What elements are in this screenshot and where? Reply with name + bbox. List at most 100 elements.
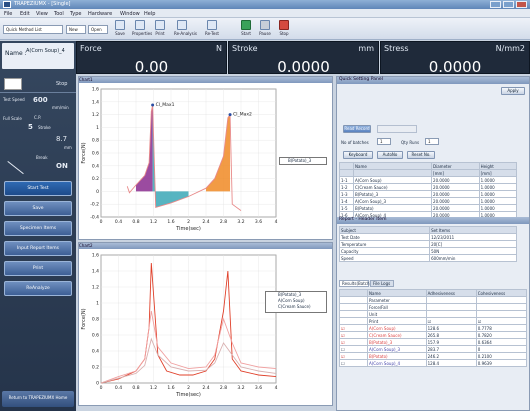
y-tick-label: 1.4 — [92, 99, 99, 105]
table-row[interactable]: ☑ B(Potato) 246.2 0.2100 — [339, 352, 528, 360]
properties-button[interactable]: Properties — [132, 20, 152, 37]
max-marker — [228, 113, 232, 117]
table-row[interactable]: Speed 600mm/min — [338, 254, 517, 262]
menu-file[interactable]: File — [4, 11, 12, 17]
reanalysis-icon — [177, 20, 187, 30]
method-select[interactable]: Quick Method List — [3, 25, 63, 34]
table-row[interactable]: ☐ A(Corn Soup)_4 128.4 0.9639 — [339, 359, 528, 367]
apply-button[interactable]: Apply — [501, 87, 525, 95]
print-tool-button[interactable]: Print — [152, 20, 168, 37]
chart2-svg[interactable]: 0 0.4 0.8 1.2 1.6 2 2.4 2.8 3.2 3.6 4 0 0.2 0.4 0.6 0.8… — [79, 249, 332, 405]
stop-icon — [279, 20, 289, 30]
retest-icon — [207, 20, 217, 30]
x-tick-label: 1.2 — [150, 385, 157, 391]
x-tick-label: 1.6 — [167, 219, 174, 225]
menu-help[interactable]: Help — [144, 11, 155, 17]
y-tick-label: 0.6 — [92, 333, 99, 339]
y-tick-label: 0.4 — [92, 163, 99, 169]
y-tick-label: 0.4 — [92, 349, 99, 355]
x-tick-label: 3.2 — [237, 385, 244, 391]
print-row-label: Print — [367, 317, 427, 325]
stress-readout: Stress N/mm2 0.0000 — [380, 41, 530, 76]
y-tick-label: 1.2 — [92, 112, 99, 118]
x-value: 8.7 — [56, 135, 68, 143]
x-tick-label: 0.4 — [115, 385, 122, 391]
x-tick-label: 2.8 — [220, 385, 227, 391]
open-button[interactable]: Open — [88, 25, 108, 34]
table-row[interactable]: Test Date 12/23/2011 — [338, 233, 517, 241]
menu-tool[interactable]: Tool — [54, 11, 64, 17]
menu-window[interactable]: Window — [120, 11, 140, 17]
table-row[interactable]: 1-2 C(Cream Sauce) 20.0000 1.0000 — [339, 183, 518, 191]
table-row[interactable]: Capacity 50N — [338, 247, 517, 255]
return-home-button[interactable]: Return to TRAPEZIUMX Home — [2, 391, 74, 407]
chart2-window: Chart2 0 0.4 0.8 1.2 1.6 2 2.4 2.8 3.2 3.6 4 0 0.2 0.… — [78, 242, 333, 406]
start-button[interactable]: Start — [238, 20, 254, 37]
minimize-icon[interactable] — [490, 1, 501, 8]
reset-no-button[interactable]: Reset No. — [407, 151, 435, 159]
specimen-items-button[interactable]: Specimen Items — [4, 221, 72, 236]
table-row[interactable]: ☐ A(Corn Soup)_3 283.7 0 — [339, 345, 528, 353]
y-tick-label: 0.6 — [92, 151, 99, 157]
print-button[interactable]: Print — [4, 261, 72, 276]
tab-results-batch[interactable]: Results(Batch) — [339, 280, 371, 287]
runs-input[interactable]: 1 — [425, 138, 439, 145]
start-test-button[interactable]: Start Test — [4, 181, 72, 196]
retest-button[interactable]: Re-Test — [204, 20, 220, 37]
chart1-legend: B(Potato)_3 — [279, 157, 327, 165]
title-bar: TRAPEZIUMX - [Single] — [0, 0, 530, 9]
table-row[interactable]: 1-5 B(Potato) 20.0000 1.0000 — [339, 204, 518, 212]
x-tick-label: 4 — [275, 385, 278, 391]
pause-icon — [260, 20, 270, 30]
readout-bar: Force N 0.00 Stroke mm 0.0000 Stress N/m… — [76, 41, 530, 76]
x-tick-label: 2.4 — [202, 385, 209, 391]
properties-icon — [135, 20, 145, 30]
autono-button[interactable]: AutoNo — [377, 151, 403, 159]
batches-input[interactable]: 1 — [377, 138, 391, 145]
save-tool-button[interactable]: Save — [112, 20, 128, 37]
chart1-window: Chart1 0 0.4 0.8 1.2 1.6 2 2.4 2.8 3.2 3.6 4 -0.4 -0… — [78, 76, 333, 240]
pause-button[interactable]: Pause — [257, 20, 273, 37]
read-record-button[interactable]: Read Record — [343, 125, 371, 133]
stop-button[interactable]: Stop — [276, 20, 292, 37]
keyboard-button[interactable]: Keyboard — [343, 151, 373, 159]
menu-edit[interactable]: Edit — [20, 11, 30, 17]
table-row[interactable]: ☑ A(Corn Soup) 128.6 0.7778 — [339, 324, 528, 332]
y-tick-label: 0.8 — [92, 317, 99, 323]
y-tick-label: -0.4 — [90, 215, 99, 221]
checkbox[interactable]: ☑ — [475, 317, 528, 325]
table-row[interactable]: 1-3 B(Potato)_3 20.0000 1.0000 — [339, 190, 518, 198]
reanalysis-button[interactable]: Re-Analysis — [174, 20, 197, 37]
table-row[interactable]: ☑ C(Cream Sauce) 265.8 0.7820 — [339, 331, 528, 339]
y-axis-label: Force(N) — [81, 308, 87, 329]
toolbar: Quick Method List New Open Save Properti… — [0, 18, 530, 40]
tab-file-logs[interactable]: File Logs — [370, 280, 394, 287]
print-icon — [155, 20, 165, 30]
menu-view[interactable]: View — [36, 11, 48, 17]
input-report-items-button[interactable]: Input Report Items — [4, 241, 72, 256]
cp-value: 5 — [28, 123, 33, 131]
save-button[interactable]: Save — [4, 201, 72, 216]
record-field[interactable] — [377, 125, 417, 133]
y-tick-label: 1.2 — [92, 285, 99, 291]
x-tick-label: 0 — [100, 385, 103, 391]
x-tick-label: 2 — [187, 219, 190, 225]
x-tick-label: 0.4 — [115, 219, 122, 225]
table-row[interactable]: 1-1 A(Corn Soup) 20.0000 1.0000 — [339, 176, 518, 184]
specimen-table: Name Diameter Height [mm] [mm] 1-1 A(Corn So… — [339, 162, 518, 219]
start-icon — [241, 20, 251, 30]
stress-value: 0.0000 — [428, 58, 482, 76]
reanalyze-button[interactable]: ReAnalyze — [4, 281, 72, 296]
close-icon[interactable] — [516, 1, 527, 8]
menu-hardware[interactable]: Hardware — [88, 11, 112, 17]
table-row[interactable]: Temperature 20[C] — [338, 240, 517, 248]
new-button[interactable]: New — [66, 25, 86, 34]
menu-type[interactable]: Type — [70, 11, 81, 17]
stroke-value: 0.0000 — [277, 58, 330, 76]
max-marker — [151, 103, 155, 107]
table-row[interactable]: 1-4 A(Corn Soup)_3 20.0000 1.0000 — [339, 197, 518, 205]
maximize-icon[interactable] — [503, 1, 514, 8]
checkbox[interactable]: ☑ — [425, 317, 477, 325]
table-row[interactable]: ☑ B(Potato)_3 157.9 0.6364 — [339, 338, 528, 346]
report-table: Subject Set Items Test Date 12/23/2011 Tem… — [338, 226, 517, 262]
